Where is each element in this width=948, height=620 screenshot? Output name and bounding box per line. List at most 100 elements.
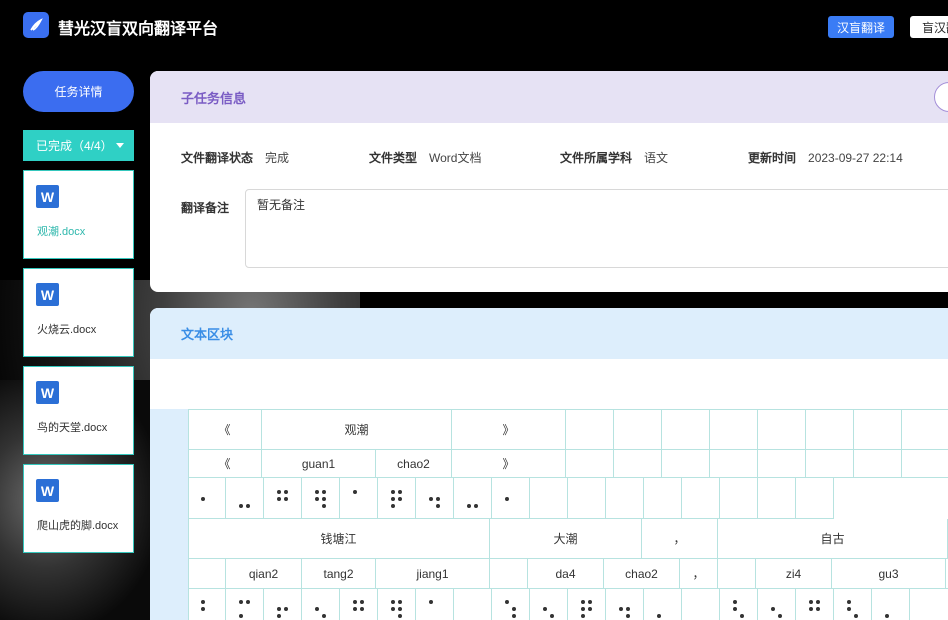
grid-cell: 钱塘江: [188, 519, 490, 559]
braille-cell: [530, 478, 568, 519]
braille-cell: [644, 478, 682, 519]
status-dropdown[interactable]: 已完成（4/4）: [23, 130, 134, 161]
braille-dot: [847, 607, 851, 611]
braille-cell: [834, 589, 872, 620]
braille-dot: [809, 607, 813, 611]
braille-cell: [492, 478, 530, 519]
braille-dot: [512, 607, 516, 611]
braille-dot: [322, 503, 326, 508]
word-file-icon: W: [36, 185, 59, 208]
grid-cell: [902, 409, 948, 450]
braille-dot: [543, 607, 547, 611]
braille-cell: [682, 589, 720, 620]
braille-dot: [277, 607, 281, 611]
task-detail-button[interactable]: 任务详情: [23, 71, 134, 112]
braille-cell: [872, 589, 910, 620]
grid-cell: zi4: [756, 559, 832, 589]
braille-dot: [809, 600, 813, 604]
braille-dot: [398, 607, 402, 611]
braille-dot: [201, 600, 205, 604]
grid-cell: 》: [452, 409, 566, 450]
file-card[interactable]: W 观潮.docx: [23, 170, 134, 259]
braille-cell: [644, 589, 682, 620]
note-label: 翻译备注: [181, 201, 230, 215]
braille-dot: [277, 496, 281, 501]
grid-cell: [662, 409, 710, 450]
braille-dot: [239, 614, 243, 618]
info-translation-status: 文件翻译状态 完成: [181, 149, 289, 166]
braille-cell: [568, 478, 606, 519]
braille-dot: [284, 489, 288, 494]
braille-dot: [315, 489, 319, 494]
braille-dot: [277, 489, 281, 494]
grid-cell: chao2: [376, 450, 452, 478]
braille-dot: [239, 503, 243, 508]
info-label: 文件翻译状态: [181, 151, 254, 165]
braille-dot: [474, 503, 478, 508]
braille-dot: [284, 496, 288, 501]
grid-cell: [758, 409, 806, 450]
note-textarea[interactable]: 暂无备注: [245, 189, 948, 268]
file-card[interactable]: W 火烧云.docx: [23, 268, 134, 357]
braille-dot: [201, 496, 205, 501]
status-dropdown-label: 已完成（4/4）: [36, 139, 113, 153]
word-file-icon: W: [36, 283, 59, 306]
file-card[interactable]: W 鸟的天堂.docx: [23, 366, 134, 455]
file-card[interactable]: W 爬山虎的脚.docx: [23, 464, 134, 553]
braille-dot: [391, 496, 395, 501]
app-title: 彗光汉盲双向翻译平台: [58, 21, 219, 38]
braille-dot: [626, 607, 630, 611]
braille-cell: [568, 589, 606, 620]
collapse-toggle-button[interactable]: [934, 82, 948, 112]
braille-dot: [322, 496, 326, 501]
han-to-braille-button[interactable]: 汉盲翻译: [828, 16, 894, 38]
braille-dot: [581, 600, 585, 604]
braille-cell: [188, 589, 226, 620]
braille-dot: [626, 614, 630, 618]
grid-cell: [490, 559, 528, 589]
grid-cell: [614, 409, 662, 450]
braille-cell: [188, 478, 226, 519]
braille-cell: [530, 589, 568, 620]
braille-dot: [657, 614, 661, 618]
subtask-info-header: 子任务信息: [150, 71, 948, 123]
braille-cell: [758, 478, 796, 519]
braille-dot: [588, 600, 592, 604]
info-value: Word文档: [429, 151, 482, 165]
braille-dot: [436, 496, 440, 501]
braille-cell: [416, 478, 454, 519]
grid-cell: 》: [452, 450, 566, 478]
braille-dot: [550, 614, 554, 618]
braille-dot: [398, 614, 402, 618]
grid-cell: ，: [680, 559, 718, 589]
braille-dot: [391, 503, 395, 508]
braille-dot: [733, 600, 737, 604]
braille-dot: [353, 600, 357, 604]
braille-dot: [239, 600, 243, 604]
grid-cell: qian2: [226, 559, 302, 589]
braille-dot: [467, 503, 471, 508]
braille-dot: [360, 600, 364, 604]
info-file-type: 文件类型 Word文档: [369, 149, 481, 166]
braille-cell: [606, 478, 644, 519]
grid-cell: [566, 409, 614, 450]
braille-dot: [398, 496, 402, 501]
braille-cell: [340, 478, 378, 519]
braille-cell: [720, 478, 758, 519]
subtask-info-title: 子任务信息: [181, 90, 247, 106]
grid-cell: [710, 450, 758, 478]
info-label: 更新时间: [748, 151, 797, 165]
grid-cell: chao2: [604, 559, 680, 589]
grid-cell: [662, 450, 710, 478]
braille-cell: [606, 589, 644, 620]
file-name: 爬山虎的脚.docx: [37, 520, 119, 532]
braille-dot: [201, 607, 205, 611]
info-value: 语文: [644, 151, 669, 165]
braille-cell: [796, 478, 834, 519]
grid-cell: [614, 450, 662, 478]
braille-cell: [796, 589, 834, 620]
grid-cell: 自古: [718, 519, 948, 559]
braille-dot: [315, 496, 319, 501]
braille-to-han-button[interactable]: 盲汉翻译: [910, 16, 948, 38]
info-label: 文件所属学科: [560, 151, 633, 165]
